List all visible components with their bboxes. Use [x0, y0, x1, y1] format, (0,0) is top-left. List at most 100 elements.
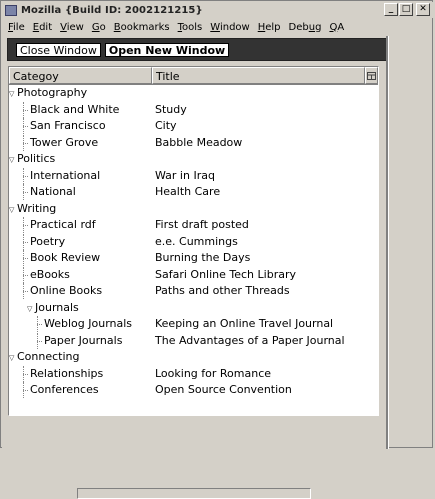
menu-item[interactable]: View	[56, 22, 88, 33]
menu-item[interactable]: Bookmarks	[110, 22, 174, 33]
tree-guide-line	[23, 101, 24, 118]
tree-cell-category: International	[9, 167, 152, 185]
tree-cell-title: Study	[155, 102, 187, 116]
open-new-window-button[interactable]: Open New Window	[104, 42, 230, 57]
menu-item[interactable]: Help	[254, 22, 285, 33]
twisty-open-icon[interactable]: ▽	[27, 301, 35, 318]
minimize-button[interactable]: _	[384, 3, 398, 16]
tree-cell-title: War in Iraq	[155, 168, 215, 182]
category-label: Photography	[17, 86, 88, 99]
tree-row[interactable]: Conferences Open Source Convention	[9, 382, 378, 399]
tree-cell-title: Open Source Convention	[155, 383, 292, 396]
tree-guide-line	[23, 118, 24, 134]
tree-cell-category: ▽ Journals	[9, 300, 152, 317]
tree-rows: ▽ Photography Black and White Study San Fran…	[9, 85, 378, 399]
tree-row[interactable]: ▽ Photography	[9, 85, 378, 102]
category-label: Connecting	[17, 350, 80, 363]
tree-cell-title: e.e. Cummings	[155, 234, 238, 248]
tree-cell-title: First draft posted	[155, 218, 249, 231]
tree-row[interactable]: Tower Grove Babble Meadow	[9, 134, 378, 152]
tree-guide-line	[37, 332, 38, 349]
category-label: Black and White	[30, 102, 120, 116]
tree-cell-title	[152, 349, 368, 366]
menu-item[interactable]: File	[4, 22, 29, 33]
category-label: eBooks	[30, 267, 70, 281]
tree-row[interactable]: Relationships Looking for Romance	[9, 365, 378, 383]
mozilla-app-icon[interactable]	[5, 4, 17, 16]
tree-row[interactable]: San Francisco City	[9, 118, 378, 135]
tree-cell-category: Conferences	[9, 382, 152, 399]
window-controls: _ □ ✕	[384, 3, 430, 16]
tree-row[interactable]: National Health Care	[9, 184, 378, 201]
window-title: Mozilla {Build ID: 2002121215}	[21, 4, 203, 16]
status-bar	[77, 488, 311, 499]
tree-cell-title: The Advantages of a Paper Journal	[155, 333, 345, 347]
twisty-open-icon[interactable]: ▽	[9, 152, 17, 169]
tree-row[interactable]: Black and White Study	[9, 101, 378, 119]
tree-cell-title: Paths and other Threads	[155, 284, 290, 297]
tree-guide-line	[37, 316, 38, 332]
tree-cell-category: Black and White	[9, 101, 152, 119]
tree-row[interactable]: eBooks Safari Online Tech Library	[9, 266, 378, 284]
tree-row[interactable]: Paper Journals The Advantages of a Paper …	[9, 332, 378, 350]
tree-guide-line	[23, 134, 24, 151]
twisty-open-icon[interactable]: ▽	[9, 350, 17, 367]
twisty-open-icon[interactable]: ▽	[9, 86, 17, 103]
tree-cell-title: Looking for Romance	[155, 366, 272, 380]
tree-cell-title	[152, 201, 368, 218]
category-label: Tower Grove	[30, 135, 99, 149]
sidebar-splitter[interactable]	[386, 36, 389, 449]
tree-row[interactable]: Practical rdf First draft posted	[9, 217, 378, 234]
close-window-button[interactable]: Close Window	[16, 42, 101, 57]
category-label: Journals	[35, 300, 79, 314]
column-header-category[interactable]: Categoy	[9, 67, 152, 84]
tree-cell-title	[152, 300, 368, 317]
tree-cell-title: Safari Online Tech Library	[155, 267, 296, 281]
menu-item[interactable]: Edit	[29, 22, 56, 33]
tree-guide-line	[23, 184, 24, 200]
tree-cell-title	[152, 85, 368, 102]
column-header-title[interactable]: Title	[152, 67, 365, 84]
tree-cell-category: ▽ Writing	[9, 201, 152, 218]
maximize-button[interactable]: □	[399, 3, 413, 16]
twisty-open-icon[interactable]: ▽	[9, 202, 17, 219]
tree-cell-category: ▽ Connecting	[9, 349, 152, 366]
tree-cell-category: Book Review	[9, 250, 152, 267]
category-label: Relationships	[30, 366, 104, 380]
category-label: Paper Journals	[44, 333, 123, 347]
tree-guide-line	[23, 382, 24, 398]
tree-cell-title: City	[155, 119, 177, 132]
bookmark-tree: Categoy Title ▽ Photography Black and Whit…	[8, 66, 379, 416]
tree-cell-category: Tower Grove	[9, 134, 152, 152]
tree-guide-line	[23, 250, 24, 266]
tree-row[interactable]: Book Review Burning the Days	[9, 250, 378, 267]
menu-item[interactable]: Window	[206, 22, 253, 33]
title-bar: Mozilla {Build ID: 2002121215} _ □ ✕	[2, 2, 433, 18]
tree-guide-line	[23, 283, 24, 299]
column-picker-icon[interactable]	[365, 67, 378, 84]
close-button[interactable]: ✕	[416, 3, 430, 16]
tree-row[interactable]: International War in Iraq	[9, 167, 378, 185]
browser-window: Mozilla {Build ID: 2002121215} _ □ ✕ Fil…	[0, 0, 433, 499]
toolbar: Close Window Open New Window	[7, 38, 387, 61]
tree-cell-category: Relationships	[9, 365, 152, 383]
tree-row[interactable]: ▽ Journals	[9, 300, 378, 317]
tree-cell-title: Health Care	[155, 185, 221, 198]
tree-cell-category: San Francisco	[9, 118, 152, 135]
menu-item[interactable]: Go	[88, 22, 110, 33]
category-label: Conferences	[30, 383, 99, 396]
tree-row[interactable]: Weblog Journals Keeping an Online Travel …	[9, 316, 378, 333]
menu-bar: File Edit View Go Bookmarks Tools Window Help De…	[4, 19, 348, 35]
category-label: Weblog Journals	[44, 317, 133, 330]
menu-item[interactable]: QA	[325, 22, 348, 33]
tree-row[interactable]: Online Books Paths and other Threads	[9, 283, 378, 300]
menu-item[interactable]: Debug	[285, 22, 326, 33]
category-label: National	[30, 185, 76, 198]
tree-cell-category: Practical rdf	[9, 217, 152, 234]
tree-row[interactable]: ▽ Writing	[9, 201, 378, 218]
tree-cell-category: ▽ Photography	[9, 85, 152, 102]
menu-item[interactable]: Tools	[174, 22, 207, 33]
tree-row[interactable]: Poetry e.e. Cummings	[9, 233, 378, 251]
tree-row[interactable]: ▽ Politics	[9, 151, 378, 168]
tree-row[interactable]: ▽ Connecting	[9, 349, 378, 366]
